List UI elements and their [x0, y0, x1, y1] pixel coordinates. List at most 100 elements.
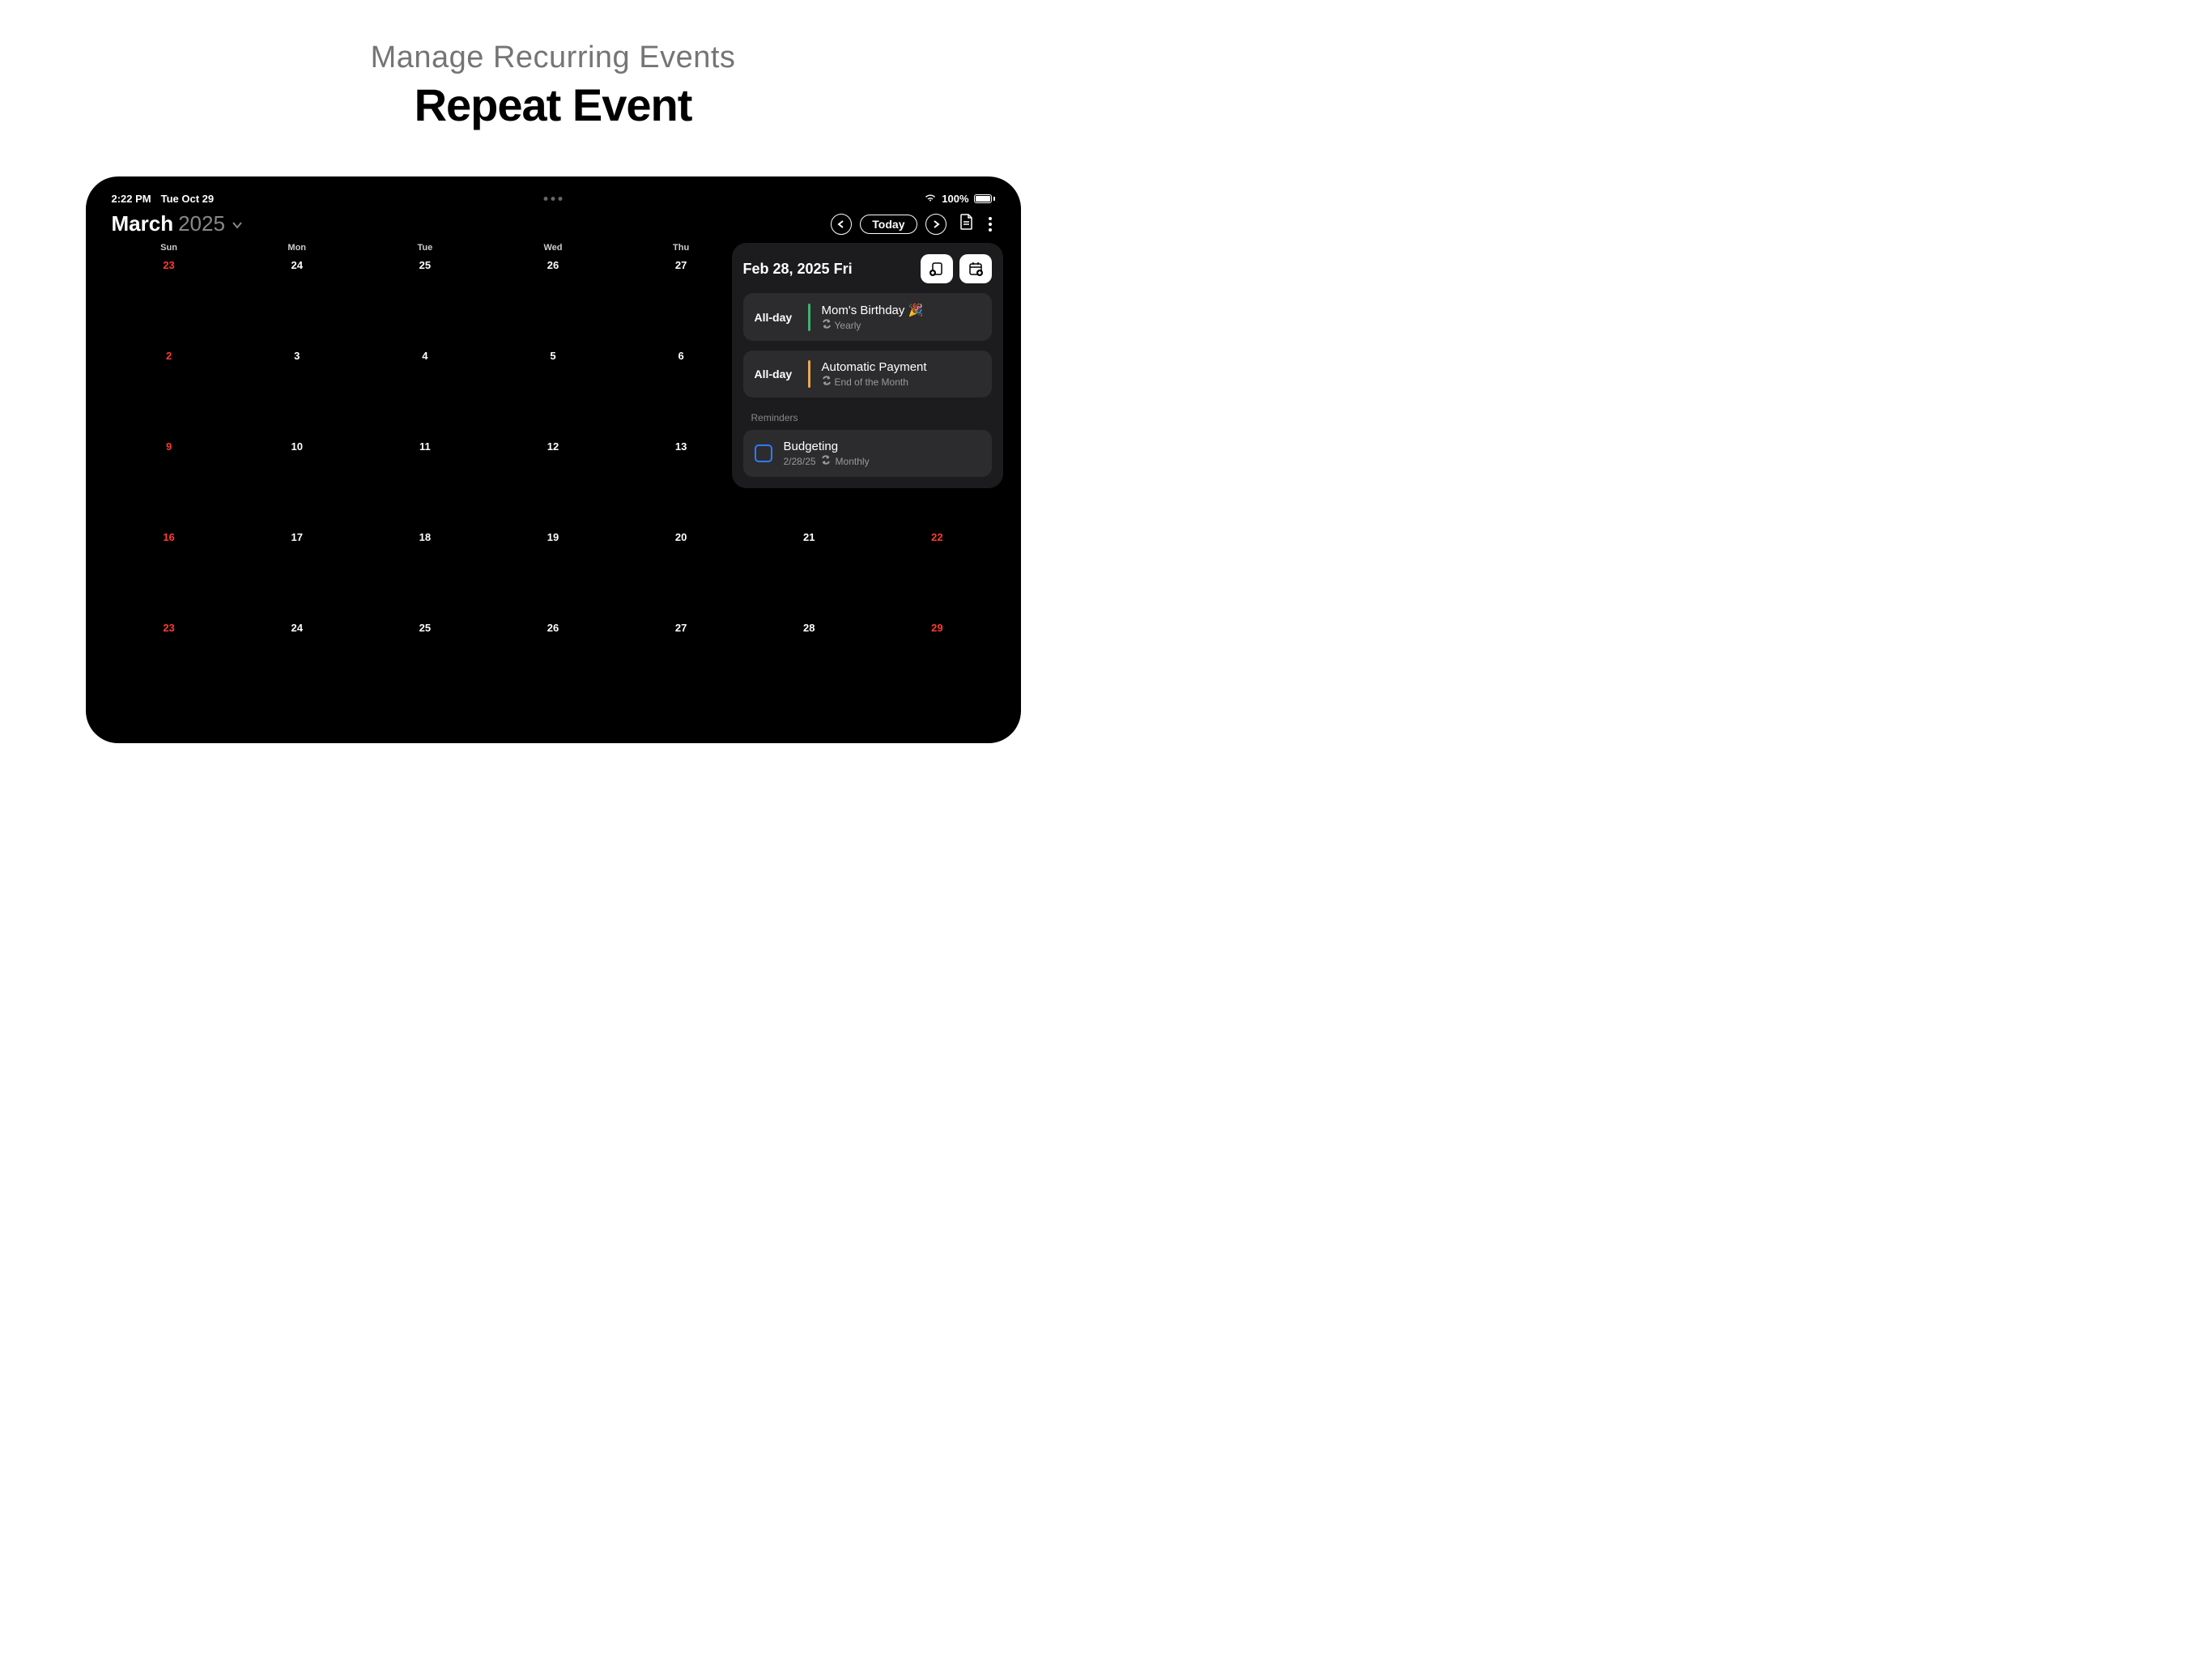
calendar-cell[interactable]: 16	[105, 528, 233, 619]
calendar-cell[interactable]: 22	[873, 528, 1001, 619]
day-number: 2	[108, 350, 230, 362]
event-time: All-day	[755, 368, 797, 380]
day-number: 29	[876, 622, 998, 634]
calendar-cell[interactable]: 23	[105, 256, 233, 346]
calendar-cell[interactable]: 21	[745, 528, 873, 619]
reminder-title: Budgeting	[784, 440, 981, 453]
month-picker[interactable]: March 2025	[112, 211, 243, 236]
year-label: 2025	[178, 211, 225, 236]
reminder-budgeting[interactable]: Budgeting 2/28/25 Monthly	[743, 430, 992, 477]
day-number: 23	[108, 622, 230, 634]
day-number: 26	[492, 259, 614, 271]
day-number: 11	[364, 440, 486, 453]
event-payment[interactable]: All-day Automatic Payment End of the Mon…	[743, 351, 992, 397]
reminders-label: Reminders	[743, 412, 992, 423]
day-number: 23	[108, 259, 230, 271]
calendar-cell[interactable]: 25	[361, 619, 489, 709]
day-number: 22	[876, 531, 998, 543]
day-number: 17	[236, 531, 358, 543]
reminder-repeat: Monthly	[836, 456, 870, 467]
day-detail-panel: Feb 28, 2025 Fri All-day Mom's Bi	[732, 243, 1003, 488]
toolbar: March 2025 Today	[97, 206, 1010, 243]
reminder-date: 2/28/25	[784, 456, 816, 467]
status-bar: 2:22 PM Tue Oct 29 100%	[97, 188, 1010, 206]
day-number: 16	[108, 531, 230, 543]
multitask-dots-icon[interactable]	[544, 197, 563, 201]
add-event-button[interactable]	[959, 254, 992, 283]
more-menu-icon[interactable]	[985, 214, 995, 235]
status-date: Tue Oct 29	[161, 193, 215, 205]
calendar-cell[interactable]: 27	[617, 256, 745, 346]
day-number: 24	[236, 259, 358, 271]
calendar-cell[interactable]: 2	[105, 346, 233, 437]
battery-pct: 100%	[942, 193, 968, 205]
event-title: Automatic Payment	[822, 360, 981, 374]
calendar-cell[interactable]: 13	[617, 437, 745, 528]
event-time: All-day	[755, 311, 797, 324]
event-repeat: End of the Month	[835, 376, 908, 388]
calendar-cell[interactable]: 12	[489, 437, 617, 528]
calendar-cell[interactable]: 28	[745, 619, 873, 709]
calendar-cell[interactable]: 23	[105, 619, 233, 709]
panel-date: Feb 28, 2025 Fri	[743, 261, 853, 278]
calendar-cell[interactable]: 25	[361, 256, 489, 346]
day-number: 24	[236, 622, 358, 634]
day-number: 13	[620, 440, 742, 453]
day-number: 28	[748, 622, 870, 634]
calendar-cell[interactable]: 5	[489, 346, 617, 437]
calendar-cell[interactable]: 24	[233, 256, 361, 346]
month-label: March	[112, 211, 174, 236]
dow-label: Wed	[489, 243, 617, 253]
day-number: 27	[620, 259, 742, 271]
day-number: 12	[492, 440, 614, 453]
dow-label: Sun	[105, 243, 233, 253]
day-number: 6	[620, 350, 742, 362]
repeat-icon	[822, 319, 832, 331]
calendar-cell[interactable]: 24	[233, 619, 361, 709]
day-number: 5	[492, 350, 614, 362]
next-button[interactable]	[925, 214, 946, 235]
document-icon[interactable]	[958, 213, 974, 235]
calendar-cell[interactable]: 26	[489, 256, 617, 346]
calendar-cell[interactable]: 4	[361, 346, 489, 437]
day-number: 18	[364, 531, 486, 543]
calendar-cell[interactable]: 3	[233, 346, 361, 437]
dow-label: Tue	[361, 243, 489, 253]
reminder-checkbox[interactable]	[755, 444, 772, 462]
promo-subtitle: Manage Recurring Events	[0, 40, 1106, 75]
calendar-cell[interactable]: 18	[361, 528, 489, 619]
day-number: 26	[492, 622, 614, 634]
day-number: 21	[748, 531, 870, 543]
promo-title: Repeat Event	[0, 79, 1106, 131]
calendar-cell[interactable]: 19	[489, 528, 617, 619]
prev-button[interactable]	[831, 214, 852, 235]
today-button[interactable]: Today	[860, 215, 917, 234]
day-number: 10	[236, 440, 358, 453]
repeat-icon	[822, 376, 832, 388]
day-number: 19	[492, 531, 614, 543]
calendar-cell[interactable]: 10	[233, 437, 361, 528]
battery-icon	[974, 194, 995, 203]
calendar-area: SunMonTueWedThuFriSat 232425262728Mom's …	[97, 243, 1010, 709]
event-birthday[interactable]: All-day Mom's Birthday 🎉 Yearly	[743, 293, 992, 341]
add-reminder-button[interactable]	[921, 254, 953, 283]
calendar-cell[interactable]: 29	[873, 619, 1001, 709]
calendar-cell[interactable]: 9	[105, 437, 233, 528]
calendar-cell[interactable]: 17	[233, 528, 361, 619]
calendar-cell[interactable]: 6	[617, 346, 745, 437]
calendar-cell[interactable]: 11	[361, 437, 489, 528]
event-title: Mom's Birthday 🎉	[822, 303, 981, 317]
calendar-cell[interactable]: 20	[617, 528, 745, 619]
ipad-frame: 2:22 PM Tue Oct 29 100% March 2025	[86, 176, 1021, 743]
event-color-bar	[808, 304, 810, 331]
chevron-down-icon	[232, 211, 243, 236]
day-number: 25	[364, 622, 486, 634]
wifi-icon	[924, 193, 937, 205]
day-number: 27	[620, 622, 742, 634]
calendar-cell[interactable]: 27	[617, 619, 745, 709]
day-number: 4	[364, 350, 486, 362]
repeat-icon	[821, 455, 831, 467]
calendar-cell[interactable]: 26	[489, 619, 617, 709]
day-number: 9	[108, 440, 230, 453]
dow-label: Mon	[233, 243, 361, 253]
